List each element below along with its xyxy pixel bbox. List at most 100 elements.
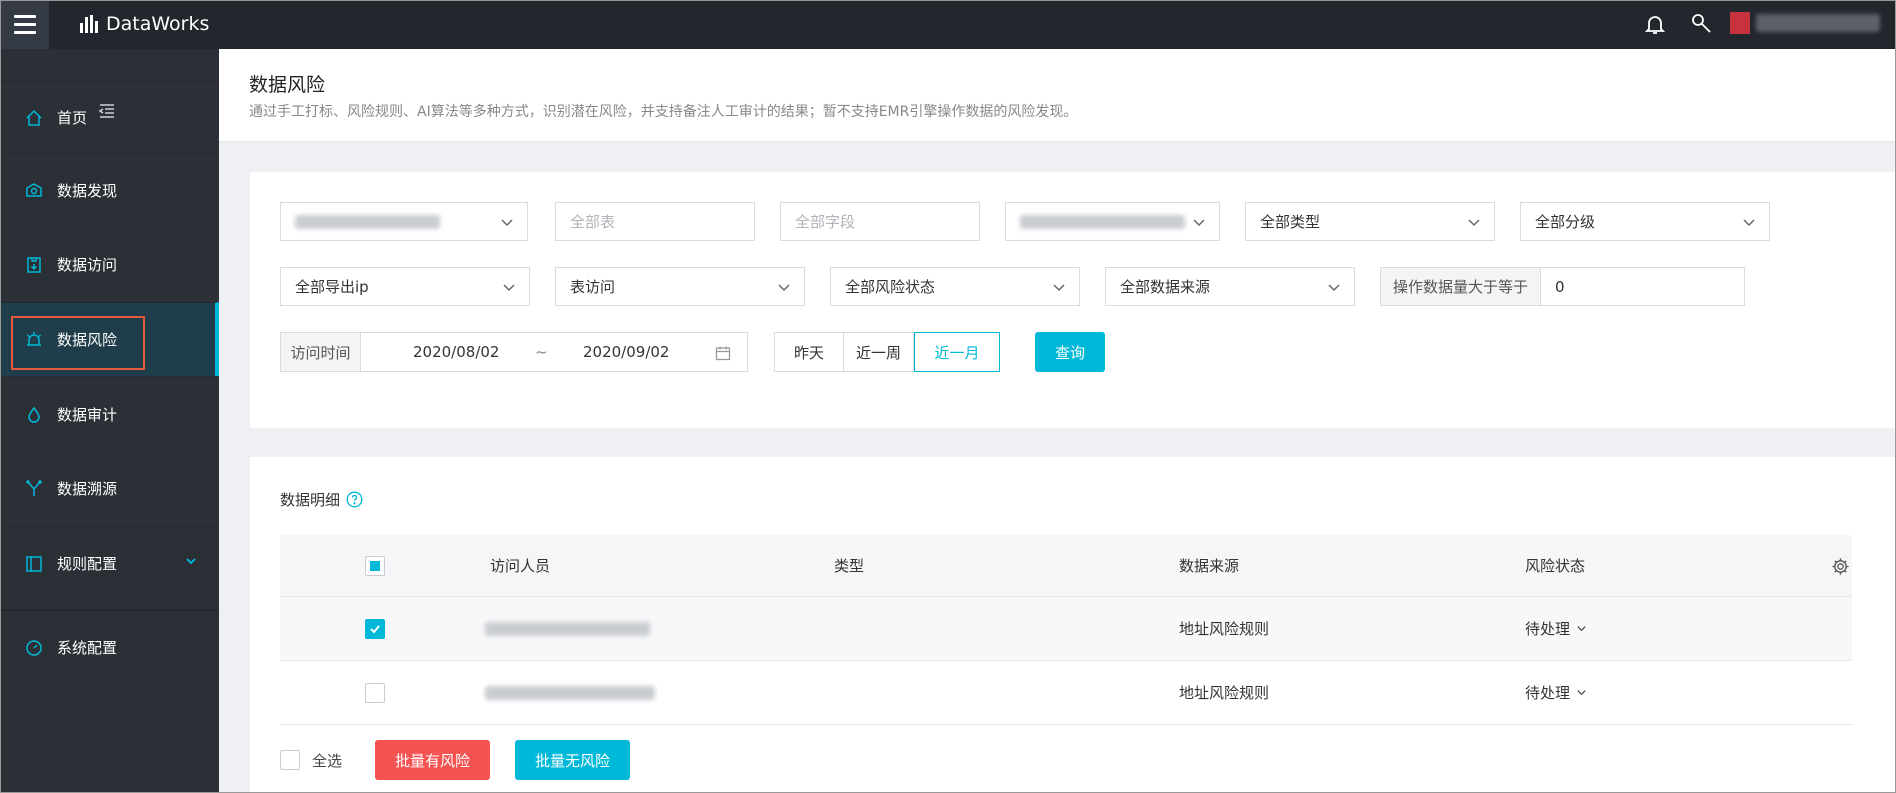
date-range-picker[interactable]: 访问时间 2020/08/02 ~ 2020/09/02 [280,332,748,372]
row-checkbox[interactable] [365,618,385,639]
discover-icon [26,182,42,197]
rule-icon [26,555,42,572]
op-count-label: 操作数据量大于等于 [1381,268,1542,305]
status-cell[interactable]: 待处理 [1525,597,1587,660]
sidebar-item-label: 数据审计 [57,406,118,424]
check-icon [370,624,380,633]
sidebar-item-access[interactable]: 数据访问 [0,227,219,301]
level-select[interactable]: 全部分级 [1520,202,1770,241]
access-select-value: 表访问 [570,278,616,296]
avatar[interactable] [1730,12,1750,34]
op-count-input[interactable]: 0 [1541,278,1565,296]
sidebar-item-label: 系统配置 [57,639,118,657]
user-name-blurred[interactable] [1756,14,1880,32]
export-ip-select[interactable]: 全部导出ip [280,267,530,306]
table-input[interactable]: 全部表 [555,202,755,241]
access-icon [27,256,41,273]
chevron-down-icon [1743,219,1755,227]
source-select[interactable] [1005,202,1220,241]
quick-yesterday-button[interactable]: 昨天 [774,332,844,372]
risk-status-value: 全部风险状态 [845,278,936,296]
sidebar-item-label: 首页 [57,109,88,127]
trace-icon [26,479,42,496]
risk-status-select[interactable]: 全部风险状态 [830,267,1080,306]
date-separator: ~ [535,343,548,361]
chevron-down-icon[interactable] [185,555,197,567]
project-value-blurred [295,214,440,229]
visitor-blurred [485,621,650,636]
chevron-down-icon [1328,284,1340,292]
data-source-value: 全部数据来源 [1120,278,1211,296]
column-header-visitor[interactable]: 访问人员 [490,535,550,596]
visitor-cell [485,661,655,724]
table-row[interactable]: 地址风险规则 待处理 [280,661,1852,725]
page-description: 通过手工打标、风险规则、AI算法等多种方式，识别潜在风险，并支持备注人工审计的结… [249,104,1078,120]
column-header-type[interactable]: 类型 [834,535,864,596]
sidebar-item-label: 数据访问 [57,256,118,274]
sidebar-item-home[interactable]: 首页 [0,80,219,154]
status-dropdown[interactable]: 待处理 [1525,682,1587,703]
level-select-value: 全部分级 [1535,213,1596,231]
quick-week-button[interactable]: 近一周 [843,332,914,372]
visitor-cell [485,597,650,660]
page-title: 数据风险 [249,74,326,96]
data-detail-panel: 数据明细 访问人员 类型 数据来源 风险状态 地址风险规则 待处理 地址风险规则… [250,457,1896,793]
batch-no-risk-button[interactable]: 批量无风险 [515,740,630,780]
chevron-down-icon [778,284,790,292]
bell-icon[interactable] [1643,12,1667,36]
help-icon[interactable] [346,491,363,508]
source-cell: 地址风险规则 [1179,684,1270,702]
top-bar: DataWorks [0,0,1896,49]
highlight-annotation [11,316,145,370]
drop-icon [28,406,40,423]
sidebar-item-system[interactable]: 系统配置 [0,610,219,684]
status-dropdown[interactable]: 待处理 [1525,618,1587,639]
filter-panel: 全部表 全部字段 全部类型 全部分级 全部导出ip 表访问 全部风险状态 全部数… [250,172,1896,428]
select-all-checkbox[interactable] [280,750,300,770]
row-checkbox[interactable] [365,682,385,703]
access-select[interactable]: 表访问 [555,267,805,306]
source-cell: 地址风险规则 [1179,620,1270,638]
visitor-blurred [485,685,655,700]
field-input[interactable]: 全部字段 [780,202,980,241]
sidebar-item-trace[interactable]: 数据溯源 [0,451,219,525]
project-select[interactable] [280,202,528,241]
home-icon [26,109,42,126]
wrench-icon[interactable] [1690,12,1714,36]
sidebar-item-discover[interactable]: 数据发现 [0,153,219,227]
column-header-source[interactable]: 数据来源 [1179,535,1239,596]
type-select[interactable]: 全部类型 [1245,202,1495,241]
header-checkbox-cell [365,535,385,596]
detail-table: 访问人员 类型 数据来源 风险状态 地址风险规则 待处理 地址风险规则 待处理 [280,535,1852,725]
app-name: DataWorks [106,13,210,35]
op-count-field: 操作数据量大于等于 0 [1380,267,1745,306]
source-value-blurred [1020,214,1185,229]
menu-icon[interactable] [0,0,49,49]
section-title-text: 数据明细 [280,491,341,509]
sidebar-item-rules[interactable]: 规则配置 [0,526,219,600]
column-header-status[interactable]: 风险状态 [1525,535,1585,596]
batch-risk-button[interactable]: 批量有风险 [375,740,490,780]
row-checkbox-cell [365,597,385,660]
date-from[interactable]: 2020/08/02 [413,343,499,361]
sidebar-item-audit[interactable]: 数据审计 [0,377,219,451]
page-header: 数据风险 通过手工打标、风险规则、AI算法等多种方式，识别潜在风险，并支持备注人… [219,49,1896,142]
app-logo[interactable]: DataWorks [80,11,209,37]
select-all-label[interactable]: 全选 [312,750,342,771]
sidebar-item-label: 数据溯源 [57,480,118,498]
quick-month-button[interactable]: 近一月 [914,332,1000,372]
dataworks-logo-icon [80,15,98,33]
section-title: 数据明细 [280,489,363,510]
batch-actions: 全选 [280,740,342,780]
data-source-select[interactable]: 全部数据来源 [1105,267,1355,306]
sidebar-item-label: 规则配置 [57,555,118,573]
gear-icon[interactable] [1831,557,1850,576]
select-all-header-checkbox[interactable] [365,555,385,576]
status-cell[interactable]: 待处理 [1525,661,1587,724]
date-to[interactable]: 2020/09/02 [583,343,669,361]
table-header: 访问人员 类型 数据来源 风险状态 [280,535,1852,597]
query-button[interactable]: 查询 [1035,332,1105,372]
chevron-down-icon [1053,284,1065,292]
table-row[interactable]: 地址风险规则 待处理 [280,597,1852,661]
calendar-icon[interactable] [715,345,731,361]
